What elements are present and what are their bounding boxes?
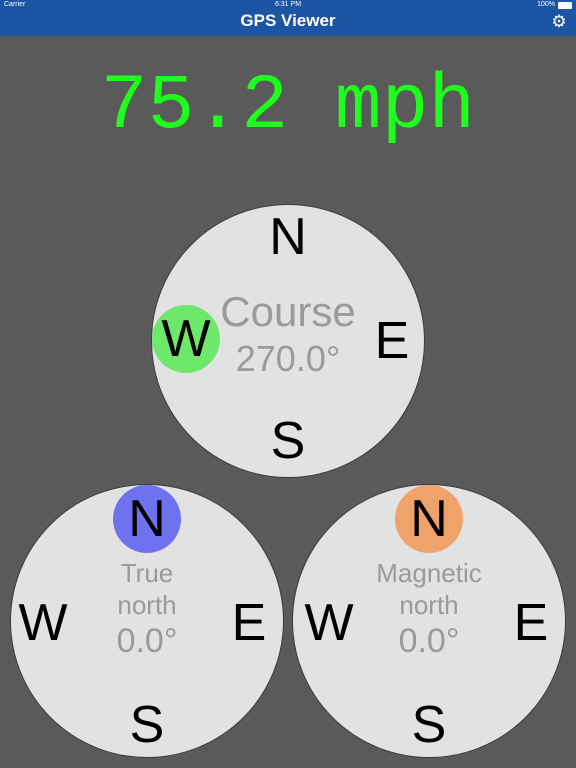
course-compass: N E S W Course 270.0° [151,204,425,478]
compass-south-letter: S [129,696,165,754]
nav-bar: GPS Viewer ⚙ [0,10,576,36]
true-north-value: 0.0° [116,622,178,660]
true-north-compass: N E S W True north 0.0° [10,484,284,758]
magnetic-north-value: 0.0° [398,622,460,660]
true-north-label-line2: north [117,590,177,620]
status-bar: Carrier 6:31 PM 100% [0,0,576,10]
compass-north-letter: N [128,490,166,548]
true-north-label-line1: True [120,558,174,588]
compass-south-letter: S [411,696,447,754]
magnetic-north-compass: N E S W Magnetic north 0.0° [292,484,566,758]
battery-percent: 100% [537,1,555,8]
speed-readout: 75.2 mph [100,63,476,151]
magnetic-north-label-line1: Magnetic [376,558,482,588]
course-value: 270.0° [235,338,341,379]
course-label: Course [220,288,356,335]
compass-north-letter: N [410,490,448,548]
compass-south-letter: S [270,412,306,470]
magnetic-north-label-line2: north [399,590,459,620]
status-time: 6:31 PM [274,1,302,8]
gear-icon[interactable]: ⚙ [551,13,567,30]
compass-north-letter: N [269,208,307,266]
battery-icon [558,1,572,9]
battery-indicator: 100% [537,0,572,10]
app-title: GPS Viewer [240,11,336,30]
